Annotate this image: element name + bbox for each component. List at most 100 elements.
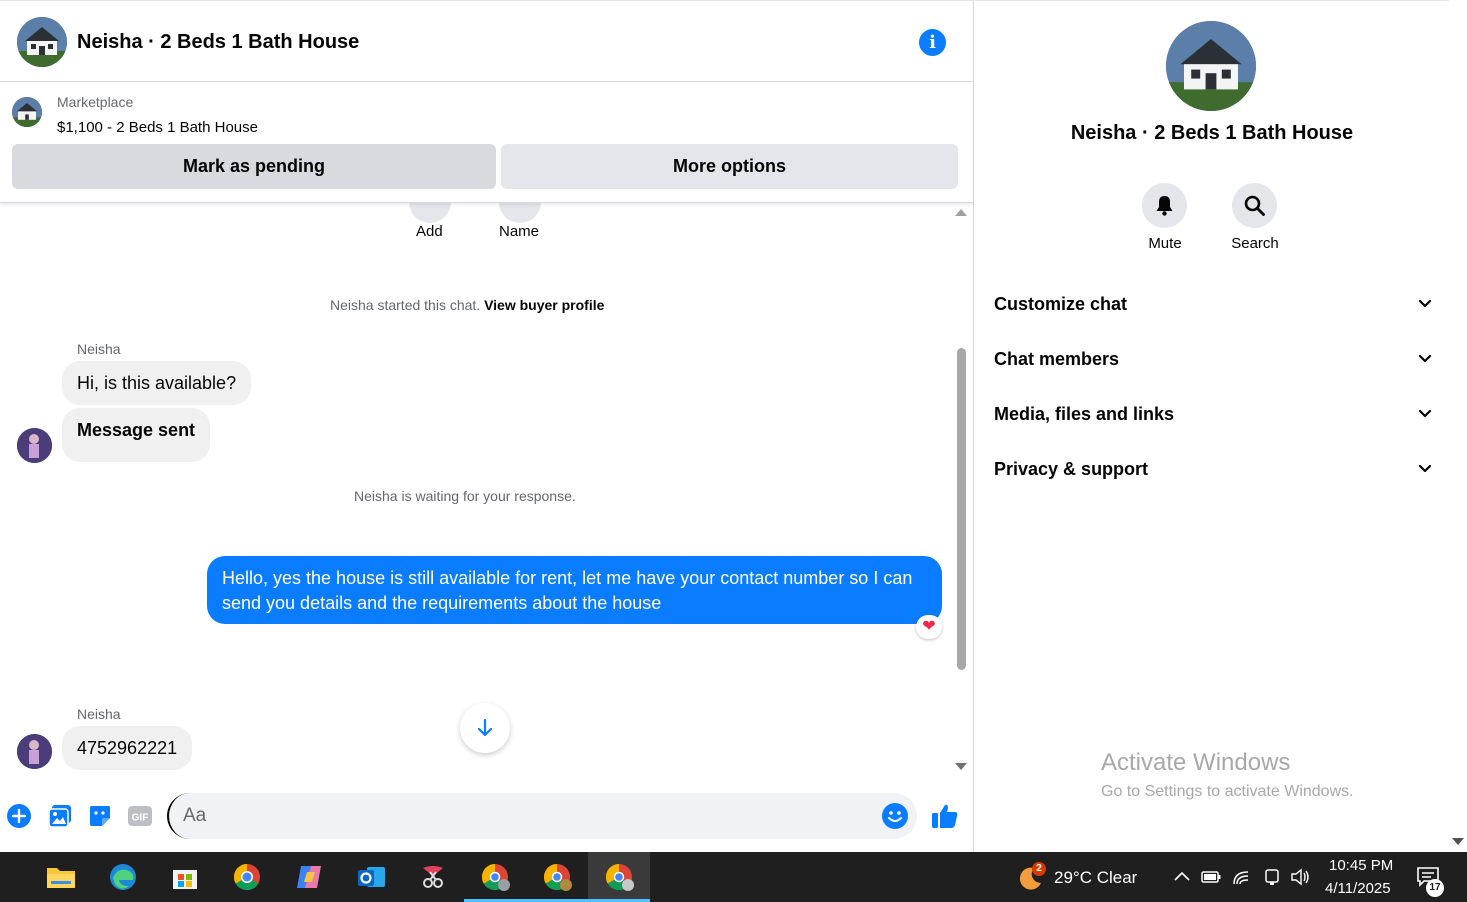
- search-icon: [1244, 195, 1265, 216]
- chat-members-section[interactable]: Chat members: [994, 339, 1432, 379]
- composer: GIF: [0, 775, 973, 852]
- scroll-to-bottom-button[interactable]: [460, 703, 510, 753]
- chrome-profile-app[interactable]: [464, 852, 526, 902]
- speaker-icon[interactable]: [1290, 868, 1310, 886]
- listing-source: Marketplace: [57, 94, 134, 110]
- outlook-icon: [358, 867, 385, 887]
- person-photo-icon: [17, 428, 52, 463]
- details-avatar[interactable]: [1166, 21, 1256, 111]
- app-window: Neisha · 2 Beds 1 Bath House i Marketpla…: [0, 0, 1467, 902]
- sender-name: Neisha: [77, 341, 121, 357]
- search-label: Search: [1231, 235, 1279, 252]
- scroll-up-arrow-icon[interactable]: [955, 209, 967, 216]
- search-button[interactable]: [1232, 183, 1277, 228]
- arrow-down-icon: [477, 718, 493, 737]
- message-scrollbar[interactable]: [953, 203, 970, 775]
- mute-label: Mute: [1148, 235, 1182, 252]
- media-files-links-section[interactable]: Media, files and links: [994, 394, 1432, 434]
- listing-thumbnail[interactable]: [12, 97, 42, 127]
- message-input[interactable]: [167, 793, 917, 839]
- house-image-icon: [17, 17, 67, 67]
- outgoing-message-bubble[interactable]: Hello, yes the house is still available …: [207, 556, 942, 624]
- chrome-app[interactable]: [216, 852, 278, 902]
- chevron-down-icon: [1418, 464, 1432, 473]
- copilot-app[interactable]: [278, 852, 340, 902]
- name-chat-label: Name: [499, 223, 540, 240]
- person-photo-icon: [17, 734, 52, 769]
- mark-as-pending-button[interactable]: Mark as pending: [12, 144, 496, 189]
- battery-icon[interactable]: [1201, 868, 1221, 886]
- message-bubble[interactable]: Message sent: [62, 408, 211, 462]
- meet-now-icon[interactable]: [1262, 868, 1282, 886]
- edge-browser-app[interactable]: [92, 852, 154, 902]
- scroll-down-arrow-icon[interactable]: [1452, 838, 1464, 845]
- add-people-button[interactable]: [409, 203, 451, 223]
- info-icon[interactable]: i: [919, 29, 946, 56]
- chevron-down-icon: [1418, 299, 1432, 308]
- chrome-icon: [481, 863, 510, 891]
- heart-reaction-icon[interactable]: ❤: [916, 615, 942, 639]
- chrome-icon: [605, 863, 634, 891]
- svg-text:GIF: GIF: [132, 813, 149, 824]
- bell-icon: [1156, 196, 1173, 216]
- chat-pane: Neisha · 2 Beds 1 Bath House i Marketpla…: [0, 0, 973, 852]
- sender-avatar[interactable]: [17, 734, 52, 769]
- sender-avatar[interactable]: [17, 428, 52, 463]
- weather-text[interactable]: 29°C Clear: [1054, 868, 1137, 888]
- chrome-profile-app-active[interactable]: [588, 852, 650, 902]
- scrollbar-thumb[interactable]: [957, 348, 966, 670]
- chat-header: Neisha · 2 Beds 1 Bath House i: [0, 0, 973, 82]
- chrome-icon: [233, 863, 260, 891]
- activate-windows-subtitle: Go to Settings to activate Windows.: [1101, 783, 1354, 800]
- activate-windows-title: Activate Windows: [1101, 749, 1291, 776]
- emoji-icon[interactable]: [882, 803, 908, 829]
- scroll-down-arrow-icon[interactable]: [955, 763, 967, 770]
- message-list: Add Name Neisha started this chat. View …: [0, 203, 973, 775]
- section-label: Customize chat: [994, 294, 1128, 314]
- microsoft-store-app[interactable]: [154, 852, 216, 902]
- photo-attach-icon[interactable]: [47, 803, 73, 829]
- conversation-title[interactable]: Neisha · 2 Beds 1 Bath House: [77, 31, 359, 54]
- section-label: Privacy & support: [994, 459, 1149, 479]
- sticker-icon[interactable]: [87, 803, 113, 829]
- store-icon: [173, 870, 197, 889]
- listing-title[interactable]: $1,100 - 2 Beds 1 Bath House: [57, 119, 258, 136]
- name-chat-button[interactable]: [499, 203, 541, 223]
- conversation-avatar[interactable]: [17, 17, 67, 67]
- message-bubble[interactable]: 4752962221: [62, 726, 193, 770]
- clock-time[interactable]: 10:45 PM: [1329, 857, 1393, 874]
- wifi-icon[interactable]: [1232, 868, 1252, 886]
- outlook-app[interactable]: [340, 852, 402, 902]
- windows-taskbar: 2 29°C Clear 10:45 PM 4/11/2025 17: [0, 852, 1467, 902]
- section-label: Media, files and links: [994, 404, 1175, 424]
- folder-icon: [47, 868, 75, 888]
- plus-circle-icon[interactable]: [6, 803, 32, 829]
- privacy-support-section[interactable]: Privacy & support: [994, 449, 1432, 489]
- more-options-button[interactable]: More options: [501, 144, 958, 189]
- chat-started-notice: Neisha started this chat. View buyer pro…: [330, 297, 604, 313]
- chrome-profile-app[interactable]: [526, 852, 588, 902]
- chrome-icon: [543, 863, 572, 891]
- chevron-up-icon[interactable]: [1172, 868, 1192, 886]
- house-image-icon: [12, 97, 42, 127]
- clock-date[interactable]: 4/11/2025: [1325, 880, 1391, 897]
- message-bubble[interactable]: Hi, is this available?: [62, 361, 252, 405]
- house-image-icon: [1166, 21, 1256, 111]
- customize-chat-section[interactable]: Customize chat: [994, 284, 1432, 324]
- chevron-down-icon: [1418, 409, 1432, 418]
- scissors-icon: [423, 866, 443, 888]
- view-buyer-profile-link[interactable]: View buyer profile: [484, 297, 604, 313]
- page-scrollbar[interactable]: [1449, 0, 1467, 852]
- chat-started-text: Neisha started this chat.: [330, 297, 481, 313]
- sender-name: Neisha: [77, 706, 121, 722]
- edge-icon: [110, 864, 136, 890]
- file-explorer-app[interactable]: [30, 852, 92, 902]
- add-people-label: Add: [416, 223, 443, 240]
- smiley-icon: [888, 811, 902, 822]
- gif-icon[interactable]: GIF: [127, 803, 153, 829]
- chevron-down-icon: [1418, 354, 1432, 363]
- mute-button[interactable]: [1142, 183, 1187, 228]
- details-title: Neisha · 2 Beds 1 Bath House: [1070, 122, 1354, 144]
- snipping-tool-app[interactable]: [402, 852, 464, 902]
- thumbs-up-icon[interactable]: [930, 801, 960, 831]
